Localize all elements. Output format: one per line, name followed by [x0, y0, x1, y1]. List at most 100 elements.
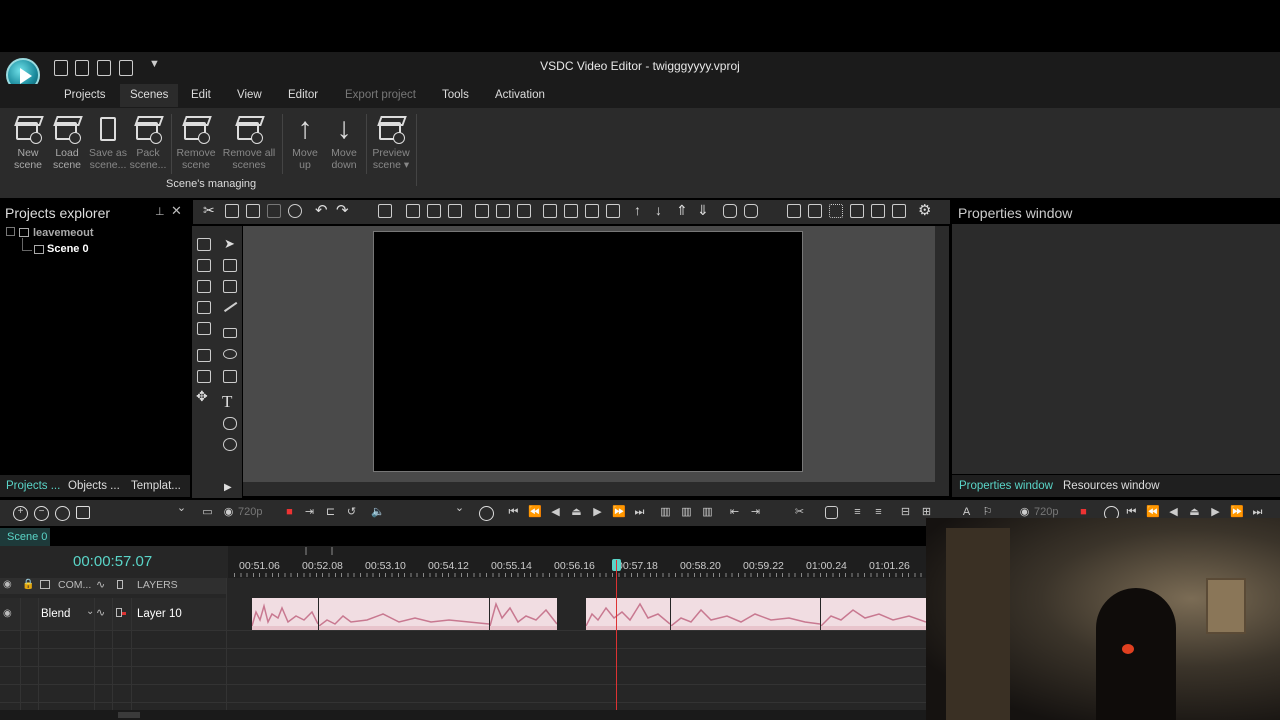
move-tool-icon[interactable]: ✥: [196, 388, 208, 405]
trim-icon[interactable]: ⊏: [324, 506, 337, 519]
toolbar-overflow-icon[interactable]: ⌄: [453, 502, 466, 515]
zoom-out-timeline-icon[interactable]: −: [34, 506, 49, 521]
fit-size-icon[interactable]: [585, 204, 599, 218]
layer-row[interactable]: [0, 598, 226, 630]
visibility-eye-icon[interactable]: ◉: [3, 579, 12, 590]
mark-in-icon[interactable]: ▥: [659, 506, 672, 519]
cut-icon[interactable]: ✂: [203, 202, 215, 219]
tab-projects-explorer[interactable]: Projects ...: [6, 480, 60, 492]
canvas-vertical-scrollbar[interactable]: [935, 226, 949, 482]
audio-clip[interactable]: [252, 598, 318, 630]
menu-export-project[interactable]: Export project: [345, 89, 416, 101]
snapshot-icon[interactable]: [825, 506, 838, 519]
ellipse-tool-icon[interactable]: [223, 349, 237, 359]
audio-wave-icon[interactable]: ∿: [96, 578, 105, 591]
align-tool-icon[interactable]: ≡: [851, 506, 864, 519]
add-layer-icon[interactable]: [223, 259, 237, 272]
settings-gear-icon[interactable]: ⚙: [918, 201, 931, 219]
redo-icon[interactable]: ↷: [336, 201, 349, 219]
preview-resolution[interactable]: 720p: [238, 506, 262, 518]
distribute-vertical-icon[interactable]: [564, 204, 578, 218]
add-spectrum-icon[interactable]: [197, 349, 211, 362]
tab-templates[interactable]: Templat...: [131, 480, 181, 492]
audio-clip[interactable]: [671, 598, 820, 630]
distribute-tool-icon[interactable]: ≡: [872, 506, 885, 519]
go-end-icon[interactable]: ⏭: [633, 506, 646, 519]
select-all-icon[interactable]: [378, 204, 392, 218]
align-right-icon[interactable]: [448, 204, 462, 218]
add-sprite-icon[interactable]: [197, 259, 211, 272]
preview-eye-icon[interactable]: ◉: [222, 506, 235, 519]
canvas-horizontal-scrollbar[interactable]: [243, 482, 949, 496]
zoom-in-timeline-icon[interactable]: +: [13, 506, 28, 521]
grid-icon[interactable]: [829, 204, 843, 218]
record-icon[interactable]: [76, 506, 90, 519]
shape-combine-icon[interactable]: [744, 204, 758, 218]
tab-resources-window[interactable]: Resources window: [1063, 480, 1160, 492]
text-tool-icon[interactable]: T: [222, 392, 232, 412]
timer-icon[interactable]: [479, 506, 494, 521]
pack-scene-button[interactable]: Pack scene...: [124, 114, 172, 171]
expand-tools-icon[interactable]: ▶: [224, 482, 232, 493]
go-start-icon[interactable]: ⏮: [507, 506, 520, 519]
toolbar-overflow-icon[interactable]: ⌄: [175, 502, 188, 515]
shape-icon[interactable]: [723, 204, 737, 218]
menu-view[interactable]: View: [237, 89, 262, 101]
align-top-icon[interactable]: [475, 204, 489, 218]
stop-icon[interactable]: ⏏: [570, 506, 583, 519]
work-area-marker[interactable]: [305, 547, 333, 555]
mark-clear-icon[interactable]: ▥: [701, 506, 714, 519]
remove-all-scenes-button[interactable]: Remove all scenes: [221, 114, 277, 171]
next-marker-icon[interactable]: ⇥: [749, 506, 762, 519]
add-image-icon[interactable]: [197, 280, 211, 293]
tree-collapse-icon[interactable]: [6, 227, 15, 236]
frame-icon[interactable]: [871, 204, 885, 218]
preview-settings-icon[interactable]: ▭: [201, 506, 214, 519]
add-video-icon[interactable]: [197, 322, 211, 335]
menu-edit[interactable]: Edit: [191, 89, 211, 101]
layer-audio-icon[interactable]: ∿: [96, 606, 105, 619]
undo-icon[interactable]: ↶: [315, 201, 328, 219]
send-backward-icon[interactable]: ↓: [655, 202, 662, 218]
cut-tool-icon[interactable]: ✂: [793, 506, 806, 519]
layer-name[interactable]: Layer 10: [137, 608, 182, 620]
split-icon[interactable]: ⇥: [303, 506, 316, 519]
zoom-out-icon[interactable]: [808, 204, 822, 218]
fullscreen-icon[interactable]: [606, 204, 620, 218]
remove-scene-button[interactable]: Remove scene: [172, 114, 220, 171]
close-icon[interactable]: ✕: [171, 203, 182, 219]
paste-icon[interactable]: [246, 204, 260, 218]
snap-icon[interactable]: [850, 204, 864, 218]
layout-icon[interactable]: ⊟: [899, 506, 912, 519]
composition-icon[interactable]: [40, 580, 50, 589]
send-to-back-icon[interactable]: ⇓: [697, 202, 709, 219]
preview-scene-button[interactable]: Preview scene ▾: [367, 114, 415, 171]
pointer-icon[interactable]: ➤: [224, 236, 235, 252]
rewind-icon[interactable]: ⏪: [528, 506, 542, 519]
add-layers-icon[interactable]: [223, 280, 237, 293]
audio-clip[interactable]: [586, 598, 670, 630]
blend-mode-select[interactable]: Blend: [41, 608, 70, 620]
menu-editor[interactable]: Editor: [288, 89, 318, 101]
align-left-icon[interactable]: [406, 204, 420, 218]
align-center-icon[interactable]: [427, 204, 441, 218]
next-frame-icon[interactable]: ⏩: [612, 506, 626, 519]
play-icon[interactable]: ▶: [591, 506, 604, 519]
volume-icon[interactable]: 🔈: [371, 506, 385, 519]
bring-to-front-icon[interactable]: ⇑: [676, 202, 688, 219]
menu-projects[interactable]: Projects: [64, 89, 106, 101]
audio-clip[interactable]: [319, 598, 489, 630]
layer-visibility-icon[interactable]: ◉: [3, 608, 12, 619]
tab-properties-window[interactable]: Properties window: [959, 480, 1053, 492]
align-middle-icon[interactable]: [496, 204, 510, 218]
lock-icon[interactable]: 🔒: [22, 579, 34, 590]
add-subtitle-icon[interactable]: [197, 370, 211, 383]
bring-forward-icon[interactable]: ↑: [634, 202, 641, 218]
fit-timeline-icon[interactable]: [55, 506, 70, 521]
loop-icon[interactable]: ↺: [345, 506, 358, 519]
magnet-icon[interactable]: [892, 204, 906, 218]
callout-icon[interactable]: [223, 438, 237, 451]
pin-icon[interactable]: ⊥: [155, 205, 165, 218]
rectangle-tool-icon[interactable]: [223, 328, 237, 338]
cc-subtitles-icon[interactable]: [223, 417, 237, 430]
